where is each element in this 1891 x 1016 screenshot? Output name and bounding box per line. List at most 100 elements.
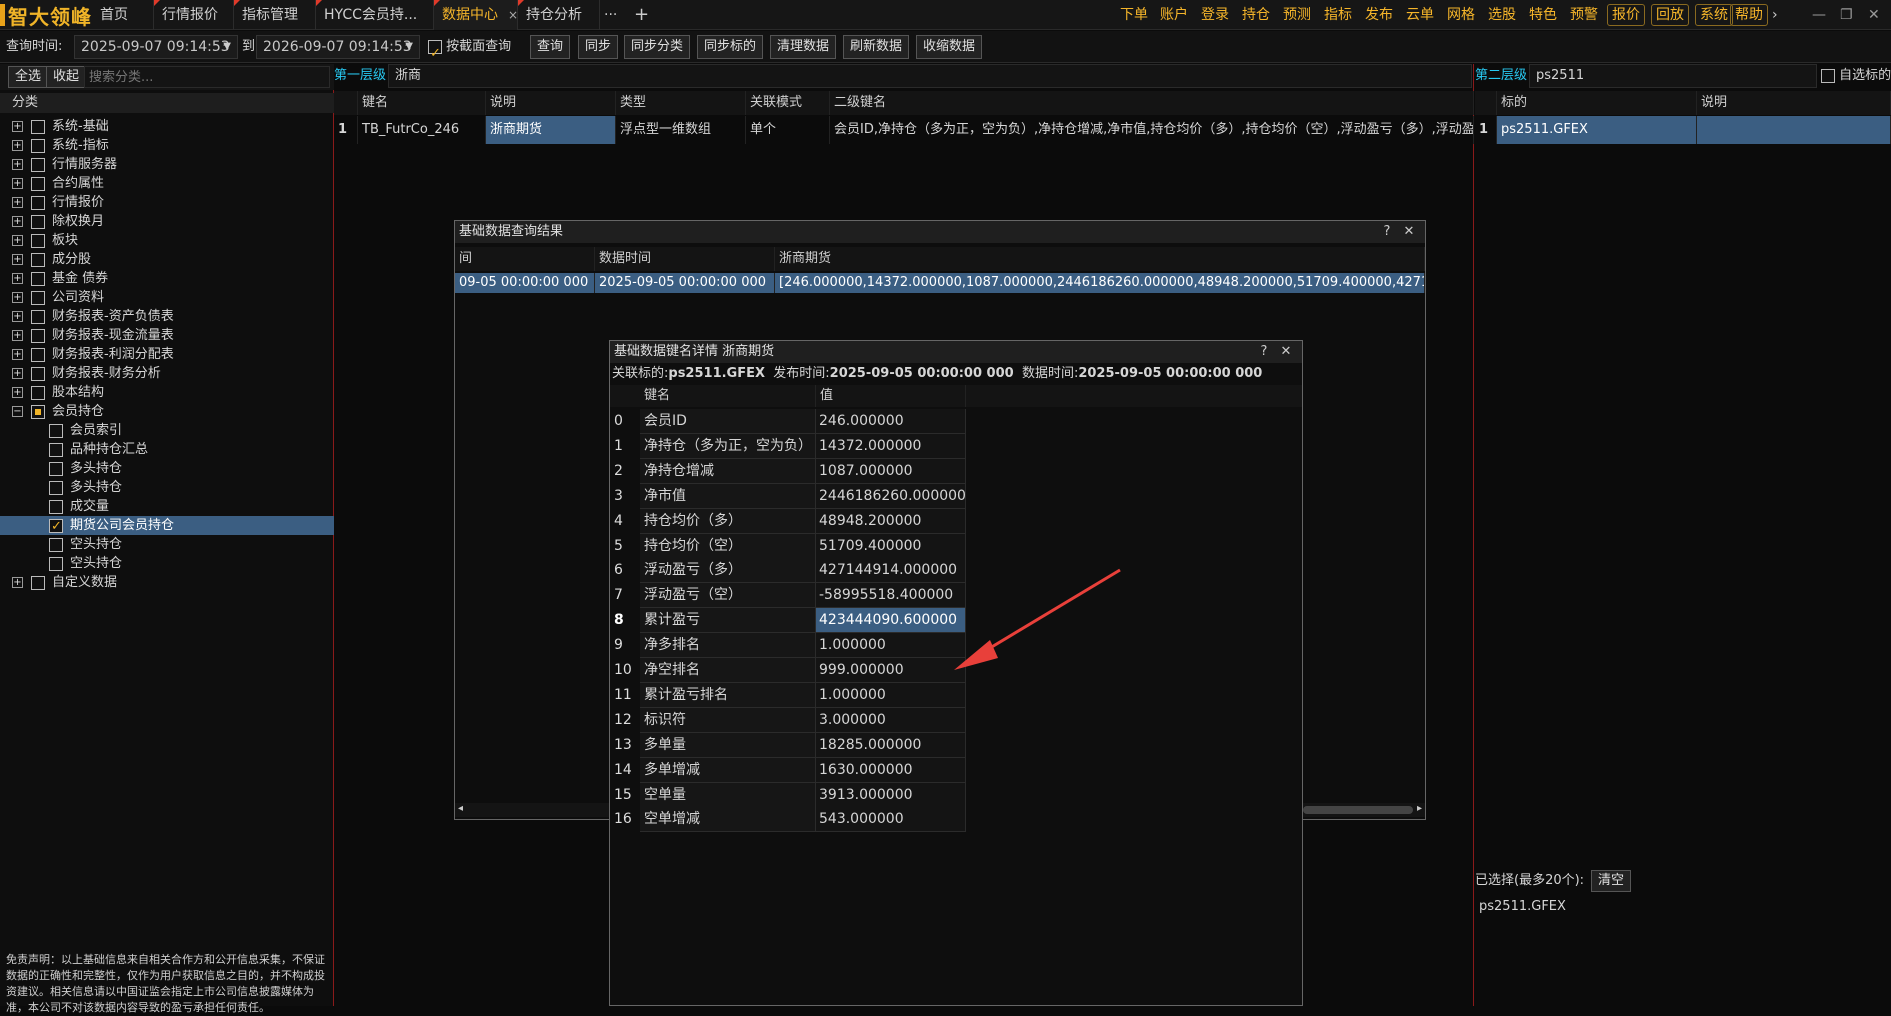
- table-row[interactable]: 2 净持仓增减 1087.000000: [610, 458, 970, 484]
- table-row[interactable]: 3 净市值 2446186260.000000: [610, 483, 970, 509]
- tree-checkbox[interactable]: [49, 499, 63, 514]
- expand-icon[interactable]: +: [12, 140, 23, 151]
- tree-item[interactable]: + 财务报表-资产负债表: [0, 307, 334, 326]
- table-row[interactable]: 1 TB_FutrCo_246 浙商期货 浮点型一维数组 单个 会员ID,净持仓…: [334, 116, 1474, 144]
- tree-item[interactable]: + 财务报表-现金流量表: [0, 326, 334, 345]
- menu-publish[interactable]: 发布: [1365, 0, 1393, 30]
- expand-icon[interactable]: +: [12, 292, 23, 303]
- expand-icon[interactable]: +: [12, 197, 23, 208]
- tree-checkbox[interactable]: [31, 309, 45, 324]
- tree-checkbox[interactable]: [31, 271, 45, 286]
- tree-item[interactable]: 期货公司会员持仓: [0, 516, 334, 536]
- expand-icon[interactable]: +: [12, 349, 23, 360]
- collapse-icon[interactable]: −: [12, 406, 23, 417]
- sync-category-button[interactable]: 同步分类: [624, 35, 691, 59]
- quote-button[interactable]: 报价: [1607, 4, 1645, 26]
- table-row[interactable]: 15 空单量 3913.000000: [610, 782, 970, 808]
- tree-item[interactable]: + 合约属性: [0, 174, 334, 193]
- help-icon[interactable]: ?: [1379, 224, 1395, 240]
- tree-checkbox[interactable]: [31, 290, 45, 305]
- expand-icon[interactable]: +: [12, 254, 23, 265]
- close-window-icon[interactable]: ✕: [1868, 0, 1880, 30]
- end-time-picker[interactable]: 2026-09-07 09:14:53 ▼: [256, 35, 420, 59]
- tab-data-center[interactable]: 数据中心 ×: [434, 0, 518, 30]
- select-all-button[interactable]: 全选: [8, 66, 49, 88]
- refresh-data-button[interactable]: 刷新数据: [843, 35, 910, 59]
- tree-checkbox[interactable]: [49, 480, 63, 495]
- tree-item[interactable]: 空头持仓: [0, 554, 334, 573]
- table-row[interactable]: 8 累计盈亏 423444090.600000: [610, 608, 970, 634]
- add-tab-icon[interactable]: +: [634, 0, 649, 30]
- tree-checkbox[interactable]: [31, 366, 45, 381]
- sync-button[interactable]: 同步: [578, 35, 619, 59]
- minimize-icon[interactable]: —: [1812, 0, 1826, 30]
- close-icon[interactable]: ✕: [1278, 344, 1294, 360]
- sync-symbol-button[interactable]: 同步标的: [697, 35, 764, 59]
- table-row[interactable]: 9 净多排名 1.000000: [610, 633, 970, 659]
- table-row[interactable]: 12 标识符 3.000000: [610, 707, 970, 733]
- menu-stock-pick[interactable]: 选股: [1488, 0, 1516, 30]
- tree-item[interactable]: + 财务报表-利润分配表: [0, 345, 334, 364]
- tab-position-analysis[interactable]: 持仓分析: [518, 0, 600, 30]
- menu-forecast[interactable]: 预测: [1283, 0, 1311, 30]
- table-row[interactable]: 09-05 00:00:00 000 2025-09-05 00:00:00 0…: [455, 273, 1425, 293]
- tree-checkbox[interactable]: [31, 195, 45, 210]
- expand-icon[interactable]: +: [12, 387, 23, 398]
- help-button[interactable]: 帮助: [1730, 4, 1768, 26]
- menu-login[interactable]: 登录: [1201, 0, 1229, 30]
- tree-item[interactable]: 多头持仓: [0, 459, 334, 478]
- tree-item[interactable]: 成交量: [0, 497, 334, 516]
- system-button[interactable]: 系统: [1695, 4, 1733, 26]
- tree-checkbox[interactable]: [31, 575, 45, 590]
- close-icon[interactable]: ✕: [1401, 224, 1417, 240]
- tree-item[interactable]: + 公司资料: [0, 288, 334, 307]
- menu-grid[interactable]: 网格: [1447, 0, 1475, 30]
- expand-icon[interactable]: +: [12, 311, 23, 322]
- tree-checkbox[interactable]: [31, 119, 45, 134]
- table-row[interactable]: 1 ps2511.GFEX: [1475, 116, 1891, 144]
- category-search-input[interactable]: [84, 66, 330, 88]
- menu-account[interactable]: 账户: [1160, 0, 1188, 30]
- collapse-button[interactable]: 收起: [46, 66, 87, 88]
- table-row[interactable]: 6 浮动盈亏（多） 427144914.000000: [610, 558, 970, 584]
- tree-item[interactable]: + 股本结构: [0, 383, 334, 402]
- tab-close-icon[interactable]: ×: [508, 8, 518, 22]
- selected-symbol-item[interactable]: ps2511.GFEX: [1479, 894, 1566, 920]
- menu-position[interactable]: 持仓: [1242, 0, 1270, 30]
- tree-checkbox[interactable]: [31, 252, 45, 267]
- tree-item[interactable]: + 行情服务器: [0, 155, 334, 174]
- cross-section-toggle[interactable]: 按截面查询: [428, 31, 511, 70]
- table-row[interactable]: 11 累计盈亏排名 1.000000: [610, 682, 970, 708]
- maximize-icon[interactable]: ❐: [1840, 0, 1853, 30]
- tree-checkbox[interactable]: [49, 461, 63, 476]
- tab-quotes[interactable]: 行情报价: [154, 0, 234, 30]
- tree-item[interactable]: − 会员持仓: [0, 402, 334, 421]
- scroll-left-icon[interactable]: ◂: [458, 803, 463, 814]
- expand-icon[interactable]: +: [12, 121, 23, 132]
- scrollbar-thumb[interactable]: [1303, 806, 1413, 814]
- tree-item[interactable]: + 除权换月: [0, 212, 334, 231]
- tree-checkbox[interactable]: [49, 517, 63, 536]
- tree-checkbox[interactable]: [31, 138, 45, 153]
- expand-icon[interactable]: +: [12, 368, 23, 379]
- clear-data-button[interactable]: 清理数据: [770, 35, 837, 59]
- tree-checkbox[interactable]: [31, 157, 45, 172]
- tree-item[interactable]: + 自定义数据: [0, 573, 334, 592]
- menu-order[interactable]: 下单: [1120, 0, 1148, 30]
- tree-checkbox[interactable]: [31, 404, 45, 419]
- tree-item[interactable]: 会员索引: [0, 421, 334, 440]
- menu-cloud-order[interactable]: 云单: [1406, 0, 1434, 30]
- scroll-right-icon[interactable]: ▸: [1417, 803, 1422, 814]
- start-time-picker[interactable]: 2025-09-07 09:14:53 ▼: [74, 35, 238, 59]
- tab-home[interactable]: 首页: [92, 0, 154, 30]
- tree-checkbox[interactable]: [49, 442, 63, 457]
- tree-checkbox[interactable]: [49, 537, 63, 552]
- tree-checkbox[interactable]: [31, 214, 45, 229]
- table-row[interactable]: 13 多单量 18285.000000: [610, 732, 970, 758]
- tree-item[interactable]: 品种持仓汇总: [0, 440, 334, 459]
- shrink-data-button[interactable]: 收缩数据: [916, 35, 983, 59]
- menu-special[interactable]: 特色: [1529, 0, 1557, 30]
- tree-item[interactable]: + 财务报表-财务分析: [0, 364, 334, 383]
- menu-alert[interactable]: 预警: [1570, 0, 1598, 30]
- tree-item[interactable]: 多头持仓: [0, 478, 334, 497]
